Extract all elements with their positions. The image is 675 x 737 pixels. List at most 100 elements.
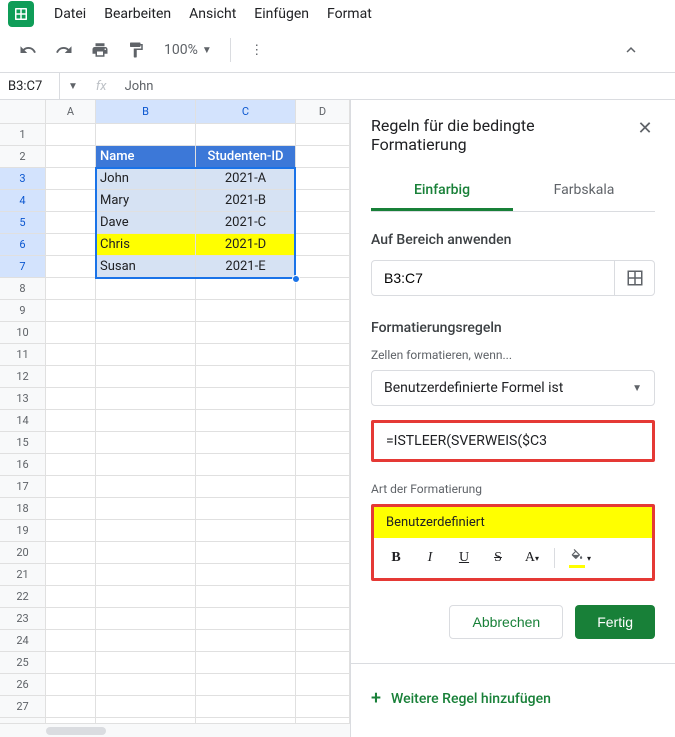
cell[interactable]: 2021-C xyxy=(196,212,296,234)
col-header-B[interactable]: B xyxy=(96,100,196,123)
cell[interactable] xyxy=(96,454,196,476)
cell[interactable] xyxy=(46,366,96,388)
cell[interactable] xyxy=(296,146,350,168)
row-header[interactable]: 6 xyxy=(0,234,46,256)
cell[interactable] xyxy=(296,564,350,586)
condition-dropdown[interactable]: Benutzerdefinierte Formel ist ▼ xyxy=(371,370,655,406)
cell[interactable] xyxy=(296,366,350,388)
cell[interactable] xyxy=(46,630,96,652)
cell[interactable] xyxy=(296,432,350,454)
cell[interactable] xyxy=(196,432,296,454)
cell[interactable]: Mary xyxy=(96,190,196,212)
cell[interactable] xyxy=(296,630,350,652)
select-range-button[interactable] xyxy=(614,261,654,295)
menu-insert[interactable]: Einfügen xyxy=(246,2,317,26)
cell[interactable] xyxy=(296,542,350,564)
name-box[interactable]: B3:C7 xyxy=(0,73,60,99)
cell[interactable] xyxy=(196,498,296,520)
cell[interactable] xyxy=(196,652,296,674)
cell[interactable] xyxy=(46,146,96,168)
cell[interactable] xyxy=(296,344,350,366)
row-header[interactable]: 27 xyxy=(0,696,46,718)
cell[interactable]: Dave xyxy=(96,212,196,234)
cell[interactable] xyxy=(196,410,296,432)
col-header-A[interactable]: A xyxy=(46,100,96,123)
cell[interactable] xyxy=(46,498,96,520)
cell[interactable] xyxy=(96,322,196,344)
zoom-selector[interactable]: 100% ▼ xyxy=(156,38,220,62)
cell[interactable] xyxy=(96,366,196,388)
cell[interactable] xyxy=(96,278,196,300)
cell[interactable] xyxy=(96,410,196,432)
cell[interactable] xyxy=(46,432,96,454)
cell[interactable] xyxy=(296,608,350,630)
cell[interactable] xyxy=(196,564,296,586)
cell[interactable] xyxy=(46,542,96,564)
row-header[interactable]: 26 xyxy=(0,674,46,696)
cell[interactable] xyxy=(296,696,350,718)
row-header[interactable]: 19 xyxy=(0,520,46,542)
cell[interactable] xyxy=(46,608,96,630)
cell[interactable]: John xyxy=(96,168,196,190)
cell[interactable] xyxy=(196,608,296,630)
cell[interactable] xyxy=(96,542,196,564)
row-header[interactable]: 18 xyxy=(0,498,46,520)
close-button[interactable]: ✕ xyxy=(631,114,659,142)
cell[interactable] xyxy=(96,696,196,718)
done-button[interactable]: Fertig xyxy=(575,605,655,639)
row-header[interactable]: 25 xyxy=(0,652,46,674)
cell[interactable] xyxy=(296,454,350,476)
cell[interactable] xyxy=(196,630,296,652)
collapse-toolbar-button[interactable] xyxy=(615,34,647,66)
cell[interactable] xyxy=(296,212,350,234)
cell[interactable] xyxy=(96,344,196,366)
cell[interactable] xyxy=(196,300,296,322)
row-header[interactable]: 22 xyxy=(0,586,46,608)
row-header[interactable]: 9 xyxy=(0,300,46,322)
col-header-D[interactable]: D xyxy=(296,100,350,123)
cell[interactable] xyxy=(296,300,350,322)
cell[interactable]: 2021-B xyxy=(196,190,296,212)
fill-color-button[interactable]: ▾ xyxy=(565,546,589,570)
row-header[interactable]: 12 xyxy=(0,366,46,388)
cell[interactable] xyxy=(46,300,96,322)
row-header[interactable]: 24 xyxy=(0,630,46,652)
cell[interactable] xyxy=(96,300,196,322)
cell[interactable] xyxy=(96,476,196,498)
cell[interactable]: 2021-A xyxy=(196,168,296,190)
cell[interactable] xyxy=(196,520,296,542)
cell[interactable] xyxy=(96,498,196,520)
select-all-corner[interactable] xyxy=(0,100,46,123)
row-header[interactable]: 1 xyxy=(0,124,46,146)
row-header[interactable]: 14 xyxy=(0,410,46,432)
cell[interactable] xyxy=(96,586,196,608)
cell[interactable] xyxy=(46,212,96,234)
cell[interactable] xyxy=(96,674,196,696)
row-header[interactable]: 17 xyxy=(0,476,46,498)
sheets-app-icon[interactable] xyxy=(8,1,34,27)
italic-button[interactable]: I xyxy=(418,546,442,570)
cell[interactable] xyxy=(46,674,96,696)
cell[interactable] xyxy=(296,234,350,256)
row-header[interactable]: 20 xyxy=(0,542,46,564)
cell[interactable] xyxy=(296,652,350,674)
row-header[interactable]: 10 xyxy=(0,322,46,344)
cell[interactable] xyxy=(46,476,96,498)
name-box-dropdown[interactable]: ▼ xyxy=(60,81,86,92)
redo-button[interactable] xyxy=(48,34,80,66)
custom-formula-input[interactable]: =ISTLEER(SVERWEIS($C3 xyxy=(371,420,655,462)
row-header[interactable]: 15 xyxy=(0,432,46,454)
row-header[interactable]: 11 xyxy=(0,344,46,366)
menu-edit[interactable]: Bearbeiten xyxy=(96,2,179,26)
cell[interactable] xyxy=(46,454,96,476)
add-rule-button[interactable]: + Weitere Regel hinzufügen xyxy=(371,684,655,713)
row-header[interactable]: 23 xyxy=(0,608,46,630)
cell[interactable] xyxy=(46,586,96,608)
cell[interactable] xyxy=(46,696,96,718)
cell[interactable]: Susan xyxy=(96,256,196,278)
cell[interactable] xyxy=(96,564,196,586)
cell[interactable] xyxy=(196,344,296,366)
cell[interactable] xyxy=(196,476,296,498)
menu-file[interactable]: Datei xyxy=(46,2,94,26)
cell[interactable] xyxy=(96,388,196,410)
